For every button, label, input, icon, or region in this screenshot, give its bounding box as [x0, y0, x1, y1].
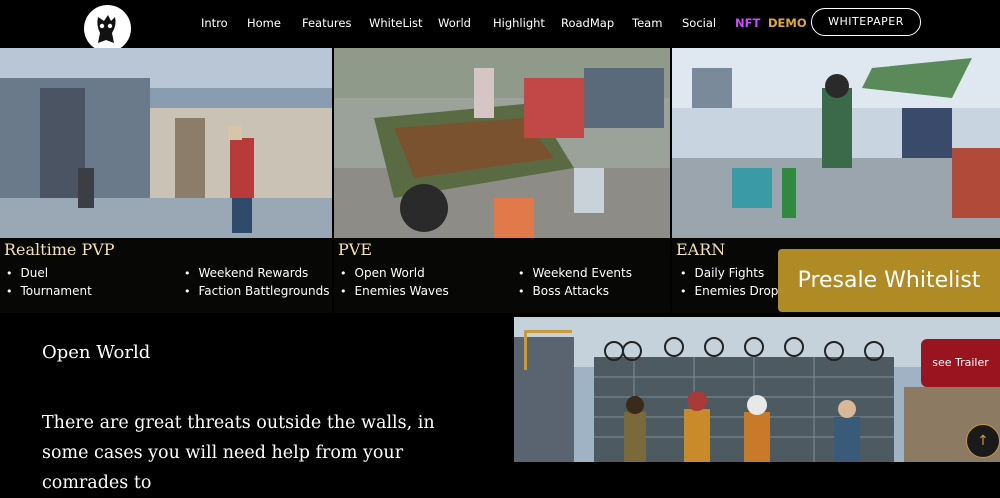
list-item: Faction Battlegrounds — [184, 284, 330, 298]
top-navigation: Intro Home Features WhiteList World High… — [0, 0, 1000, 52]
list-item: Weekend Events — [518, 266, 633, 280]
pve-caption: PVE Open World Enemies Waves Weekend Eve… — [334, 238, 670, 313]
whitepaper-button[interactable]: WHITEPAPER — [811, 8, 921, 36]
nav-features[interactable]: Features — [302, 16, 351, 30]
nav-home[interactable]: Home — [247, 16, 281, 30]
see-trailer-button[interactable]: see Trailer — [921, 339, 1000, 387]
feature-panel-pve: PVE Open World Enemies Waves Weekend Eve… — [334, 48, 670, 313]
list-item: Boss Attacks — [518, 284, 609, 298]
pvp-caption: Realtime PVP Duel Tournament Weekend Rew… — [0, 238, 332, 313]
nav-nft[interactable]: NFT — [735, 16, 760, 30]
list-item: Duel — [6, 266, 49, 280]
nav-highlight[interactable]: Highlight — [493, 16, 545, 30]
list-item: Enemies Drop — [680, 284, 779, 298]
nav-demo[interactable]: DEMO — [768, 16, 807, 30]
section-title: Open World — [42, 342, 151, 363]
list-item: Open World — [340, 266, 425, 280]
nav-social[interactable]: Social — [682, 16, 716, 30]
logo-icon[interactable] — [84, 5, 131, 52]
nav-team[interactable]: Team — [632, 16, 662, 30]
section-description: There are great threats outside the wall… — [42, 413, 435, 493]
list-item: Tournament — [6, 284, 92, 298]
list-item: Weekend Rewards — [184, 266, 309, 280]
nav-intro[interactable]: Intro — [201, 16, 228, 30]
arrow-up-icon[interactable]: ↑ — [966, 424, 1000, 458]
nav-roadmap[interactable]: RoadMap — [561, 16, 614, 30]
pve-scene-image — [334, 48, 670, 238]
list-item: Daily Fights — [680, 266, 765, 280]
pvp-scene-image — [0, 48, 332, 238]
feature-panel-pvp: Realtime PVP Duel Tournament Weekend Rew… — [0, 48, 332, 313]
panel-title: Realtime PVP — [4, 240, 115, 259]
earn-scene-image — [672, 48, 1000, 238]
panel-title: EARN — [676, 240, 726, 259]
nav-world[interactable]: World — [438, 16, 471, 30]
panel-title: PVE — [338, 240, 372, 259]
nav-whitelist[interactable]: WhiteList — [369, 16, 423, 30]
list-item: Enemies Waves — [340, 284, 449, 298]
presale-whitelist-button[interactable]: Presale Whitelist — [778, 249, 1000, 312]
